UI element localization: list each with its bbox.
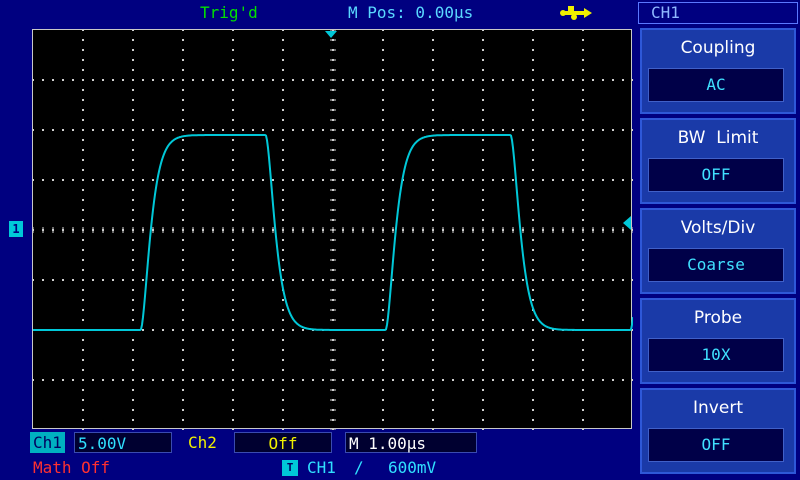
menu-item-probe[interactable]: Probe 10X: [640, 298, 796, 384]
menu-item-volts-div[interactable]: Volts/Div Coarse: [640, 208, 796, 294]
menu-label: Volts/Div: [680, 218, 756, 238]
timebase: M 1.00μs: [345, 432, 477, 453]
menu-value: AC: [648, 68, 784, 102]
menu-label: Coupling: [680, 38, 756, 58]
ch1-volts-div: 5.00V: [74, 432, 172, 453]
menu-label: Invert: [693, 398, 743, 418]
trigger-status: Trig'd: [200, 3, 258, 22]
trigger-icon: T: [282, 460, 298, 476]
trigger-source: CH1: [307, 458, 336, 477]
menu-value: OFF: [648, 428, 784, 462]
ch2-state: Off: [234, 432, 332, 453]
menu-label: BW Limit: [677, 128, 759, 148]
ch2-label: Ch2: [188, 433, 217, 452]
trigger-level-marker: [623, 216, 631, 230]
menu-item-invert[interactable]: Invert OFF: [640, 388, 796, 474]
math-status: Math Off: [33, 458, 111, 477]
usb-icon: [560, 6, 592, 20]
ch1-label: Ch1: [30, 432, 65, 453]
menu-value: Coarse: [648, 248, 784, 282]
ch1-menu: CH1 Coupling AC BW Limit OFF Volts/Div C…: [636, 0, 800, 480]
menu-item-bw-limit[interactable]: BW Limit OFF: [640, 118, 796, 204]
trigger-slope-icon: ∕: [354, 458, 364, 477]
trigger-level: 600mV: [388, 458, 437, 477]
trigger-position-marker: [325, 31, 337, 38]
status-bar: Trig'd M Pos: 0.00μs: [0, 0, 636, 26]
menu-item-coupling[interactable]: Coupling AC: [640, 28, 796, 114]
horizontal-position: M Pos: 0.00μs: [348, 3, 474, 22]
ch1-ground-marker[interactable]: 1: [9, 221, 23, 237]
waveform-display: [32, 29, 633, 430]
bottom-status: Ch1 5.00V Ch2 Off M 1.00μs Math Off T CH…: [0, 430, 636, 480]
markers: [325, 31, 631, 230]
menu-value: 10X: [648, 338, 784, 372]
menu-label: Probe: [693, 308, 743, 328]
menu-title: CH1: [638, 2, 798, 24]
menu-value: OFF: [648, 158, 784, 192]
